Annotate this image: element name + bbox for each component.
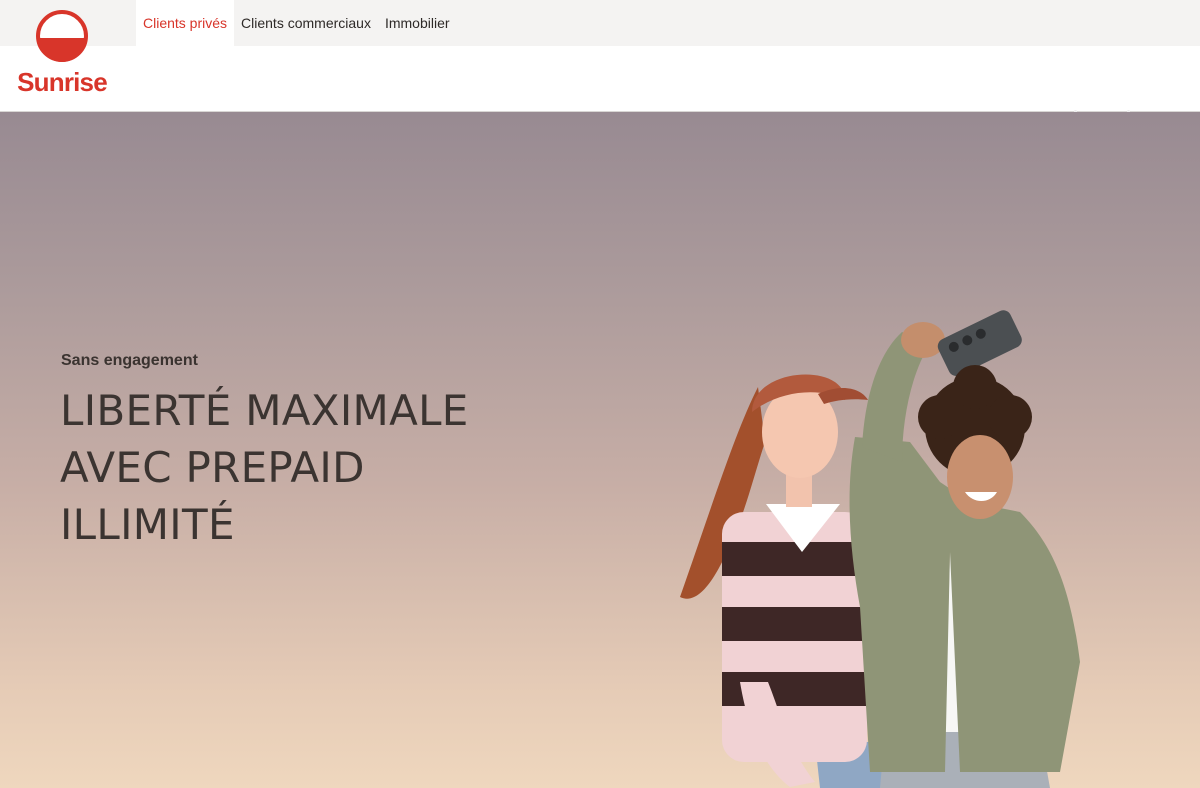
hero-banner: Sans engagement LIBERTÉ MAXIMALE AVEC PR… — [0, 112, 1200, 788]
sunrise-logo[interactable]: Sunrise — [14, 8, 110, 96]
hero-eyebrow: Sans engagement — [61, 352, 198, 369]
headline-line-3: ILLIMITÉ — [60, 500, 235, 549]
tab-clients-prives[interactable]: Clients privés — [136, 0, 235, 46]
segment-bar: Clients privés Clients commerciaux Immob… — [0, 0, 1200, 46]
tab-immobilier[interactable]: Immobilier — [378, 0, 457, 46]
main-header — [0, 46, 1200, 113]
headline-line-2: AVEC PREPAID — [60, 443, 365, 492]
person-right-figure — [849, 310, 1080, 788]
page: Clients privés Clients commerciaux Immob… — [0, 0, 1200, 788]
sunrise-logo-icon — [36, 10, 88, 62]
logo-wordmark: Sunrise — [17, 67, 108, 97]
hero-headline: LIBERTÉ MAXIMALE AVEC PREPAID ILLIMITÉ — [60, 382, 580, 553]
headline-line-1: LIBERTÉ MAXIMALE — [60, 386, 469, 435]
hero-photo — [680, 310, 1080, 788]
tab-clients-commerciaux[interactable]: Clients commerciaux — [234, 0, 378, 46]
segment-nav: Clients privés Clients commerciaux Immob… — [136, 0, 457, 46]
